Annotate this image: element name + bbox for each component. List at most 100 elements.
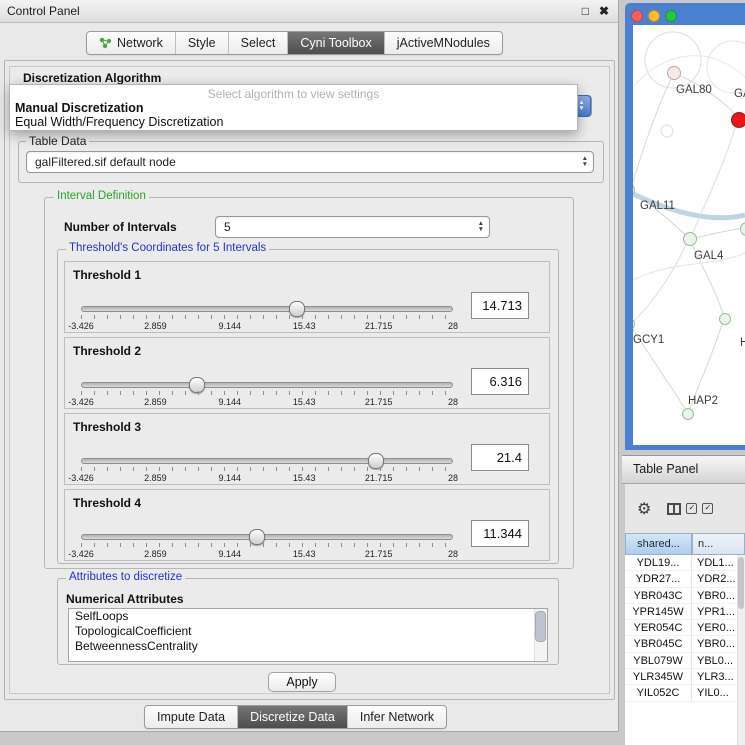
menu-placeholder-item[interactable]: Select algorithm to view settings — [10, 87, 577, 101]
network-node-label: GAL11 — [640, 200, 675, 212]
minimize-traffic-light-icon[interactable] — [648, 10, 660, 22]
apply-button[interactable]: Apply — [268, 672, 336, 692]
scale-label: 9.144 — [219, 473, 242, 483]
scale-label: 9.144 — [219, 397, 242, 407]
slider-ticks — [81, 467, 453, 471]
attribute-item[interactable]: BetweennessCentrality — [69, 639, 547, 654]
checkbox-icon[interactable]: ✓ — [686, 503, 697, 514]
cell-shared-name: YIL052C — [625, 685, 692, 700]
menu-item-equal-width-frequency-discretization[interactable]: Equal Width/Frequency Discretization — [10, 115, 577, 129]
network-node-label: GAL4 — [694, 250, 723, 262]
control-panel-titlebar[interactable]: Control Panel □ ✖ — [0, 0, 618, 23]
table-data-select[interactable]: galFiltered.sif default node ▲▼ — [26, 151, 594, 173]
table-panel-header[interactable]: Table Panel — [622, 455, 745, 484]
table-data-select-value: galFiltered.sif default node — [35, 155, 176, 169]
bottom-tab-impute-data[interactable]: Impute Data — [145, 706, 238, 728]
cell-shared-name: YBR043C — [625, 588, 692, 603]
network-node[interactable] — [719, 313, 731, 325]
threshold-panel-1: Threshold 1 -3.4262.8599.14415.4321.71528… — [64, 261, 550, 333]
tab-label: Cyni Toolbox — [300, 36, 371, 50]
network-tab-icon — [99, 37, 112, 49]
threshold-value-field[interactable]: 6.316 — [471, 368, 529, 395]
algorithm-menu-options: Manual DiscretizationEqual Width/Frequen… — [10, 101, 577, 129]
bottom-tab-infer-network[interactable]: Infer Network — [348, 706, 446, 728]
slider-scale: -3.4262.8599.14415.4321.71528 — [81, 321, 453, 333]
table-toolbar: ⚙ ✓ ✓ — [625, 484, 745, 533]
minimize-icon[interactable]: □ — [582, 0, 589, 22]
network-view-window[interactable]: GAL80GAGAL11GAL4GCY1HHAP2 — [625, 3, 745, 450]
zoom-traffic-light-icon[interactable] — [665, 10, 677, 22]
interval-definition-title: Interval Definition — [54, 190, 149, 202]
tab-label: Discretize Data — [250, 710, 335, 724]
tab-style[interactable]: Style — [176, 32, 229, 54]
slider-track[interactable] — [81, 306, 453, 312]
menu-item-manual-discretization[interactable]: Manual Discretization — [10, 101, 577, 115]
scale-label: 9.144 — [219, 549, 242, 559]
list-scrollbar-thumb[interactable] — [535, 611, 546, 642]
slider-track[interactable] — [81, 382, 453, 388]
columns-icon[interactable] — [667, 503, 681, 515]
tab-select[interactable]: Select — [229, 32, 289, 54]
tab-label: Network — [117, 36, 163, 50]
table-row[interactable]: YDR27...YDR2... — [625, 571, 745, 587]
network-node[interactable] — [683, 232, 697, 246]
tab-jactivemnodules[interactable]: jActiveMNodules — [385, 32, 502, 54]
tab-network[interactable]: Network — [87, 32, 176, 54]
scale-label: -3.426 — [68, 549, 94, 559]
scale-label: 21.715 — [365, 549, 393, 559]
table-row[interactable]: YER054CYER0... — [625, 620, 745, 636]
threshold-value-field[interactable]: 11.344 — [471, 520, 529, 547]
attribute-item[interactable]: SelfLoops — [69, 609, 547, 624]
threshold-value-field[interactable]: 14.713 — [471, 292, 529, 319]
bottom-tab-discretize-data[interactable]: Discretize Data — [238, 706, 348, 728]
column-header-shared-name[interactable]: shared... — [625, 533, 692, 555]
threshold-panel-2: Threshold 2-3.4262.8599.14415.4321.71528… — [64, 337, 550, 409]
cell-shared-name: YPR145W — [625, 604, 692, 619]
tab-label: Infer Network — [360, 710, 434, 724]
table-row[interactable]: YBR043CYBR0... — [625, 588, 745, 604]
column-header-name[interactable]: n... — [692, 533, 745, 555]
threshold-slider[interactable]: -3.4262.8599.14415.4321.71528 — [81, 526, 453, 560]
bottom-tab-bar: Impute Data Discretize Data Infer Network — [144, 705, 447, 729]
scale-label: 28 — [448, 321, 458, 331]
table-row[interactable]: YBL079WYBL0... — [625, 653, 745, 669]
cell-shared-name: YBR045C — [625, 636, 692, 651]
cell-shared-name: YLR345W — [625, 669, 692, 684]
scale-label: 15.43 — [293, 397, 316, 407]
attribute-item[interactable]: TopologicalCoefficient — [69, 624, 547, 639]
table-row[interactable]: YBR045CYBR0... — [625, 636, 745, 652]
network-node-label: GA — [734, 88, 745, 100]
table-row[interactable]: YIL052CYIL0... — [625, 685, 745, 701]
network-node[interactable] — [682, 408, 694, 420]
numerical-attributes-label: Numerical Attributes — [66, 592, 184, 606]
tab-label: Style — [188, 36, 216, 50]
table-data-label: Table Data — [26, 134, 89, 148]
scale-label: 15.43 — [293, 473, 316, 483]
network-node-label: HAP2 — [688, 395, 718, 407]
window-title: Control Panel — [7, 0, 80, 22]
tab-cyni-toolbox[interactable]: Cyni Toolbox — [288, 32, 384, 54]
threshold-slider[interactable]: -3.4262.8599.14415.4321.71528 — [81, 298, 453, 332]
table-row[interactable]: YPR145WYPR1... — [625, 604, 745, 620]
table-row[interactable]: YDL19...YDL1... — [625, 555, 745, 571]
network-node[interactable] — [731, 112, 745, 128]
threshold-value-field[interactable]: 21.4 — [471, 444, 529, 471]
threshold-label: Threshold 1 — [73, 268, 141, 282]
table-scrollbar-thumb[interactable] — [738, 557, 744, 609]
close-icon[interactable]: ✖ — [599, 0, 609, 22]
network-node-label: H — [740, 337, 745, 349]
threshold-slider[interactable]: -3.4262.8599.14415.4321.71528 — [81, 450, 453, 484]
number-of-intervals-select[interactable]: 5 ▲▼ — [215, 216, 490, 238]
checkbox-icon[interactable]: ✓ — [702, 503, 713, 514]
slider-scale: -3.4262.8599.14415.4321.71528 — [81, 397, 453, 409]
table-row[interactable]: YLR345WYLR3... — [625, 669, 745, 685]
numerical-attributes-list: SelfLoopsTopologicalCoefficientBetweenne… — [69, 609, 547, 654]
slider-track[interactable] — [81, 534, 453, 540]
slider-track[interactable] — [81, 458, 453, 464]
network-node[interactable] — [667, 66, 681, 80]
close-traffic-light-icon[interactable] — [631, 10, 643, 22]
network-canvas[interactable]: GAL80GAGAL11GAL4GCY1HHAP2 — [633, 25, 745, 445]
threshold-slider[interactable]: -3.4262.8599.14415.4321.71528 — [81, 374, 453, 408]
gear-icon[interactable]: ⚙ — [637, 499, 651, 519]
cell-shared-name: YDR27... — [625, 571, 692, 586]
